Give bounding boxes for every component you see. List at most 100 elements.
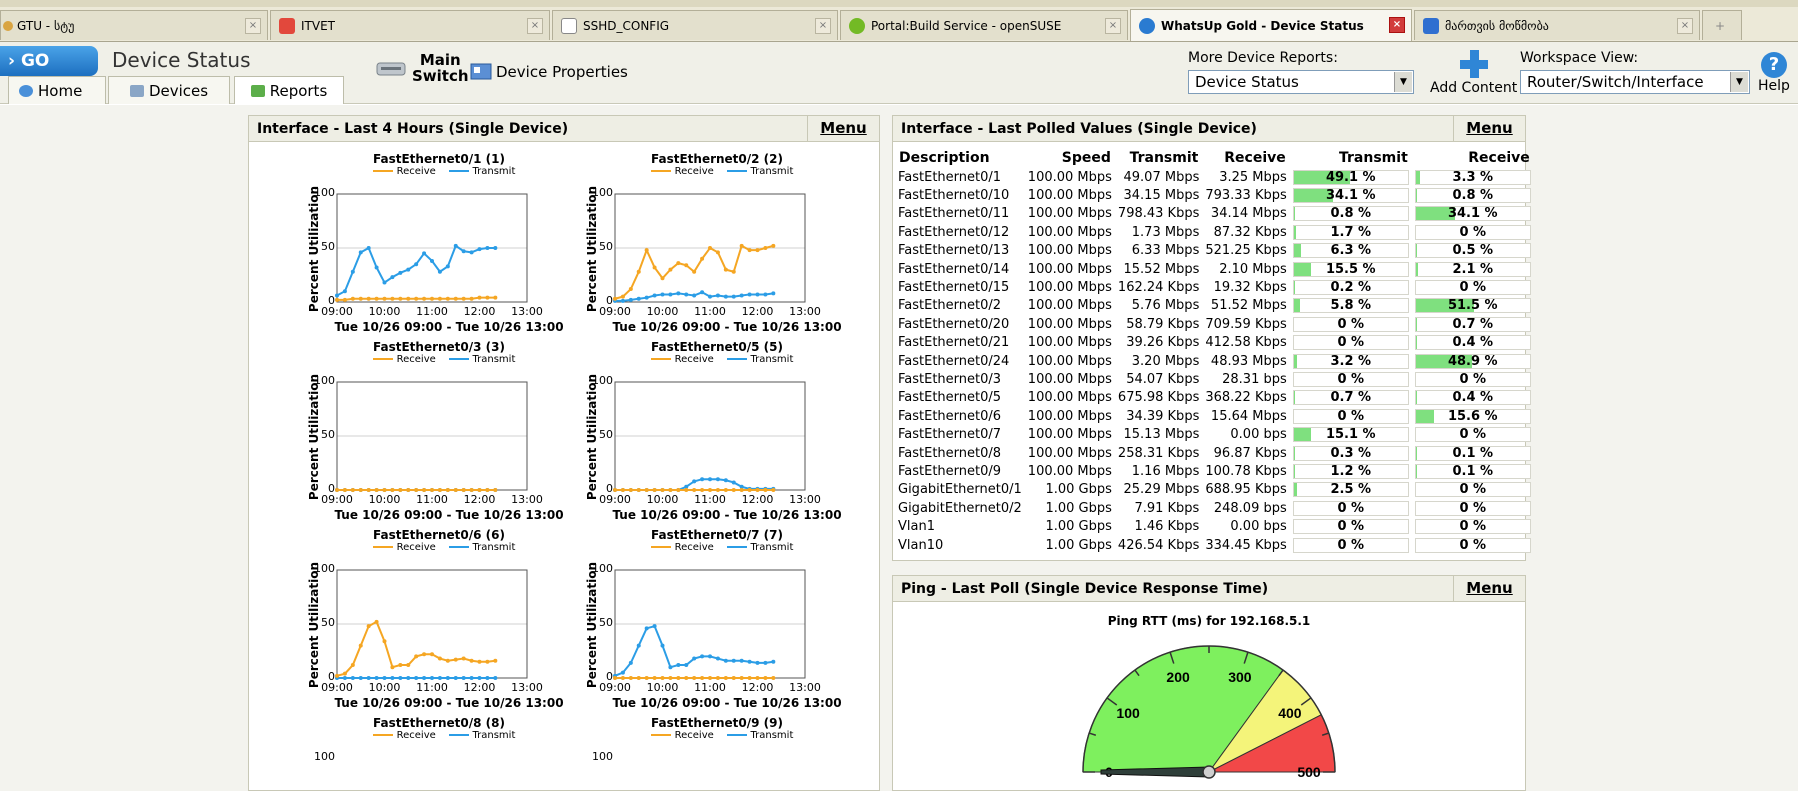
table-row[interactable]: FastEthernet0/9 100.00 Mbps 1.16 Mbps 100.7… bbox=[895, 462, 1534, 480]
x-tick-label: 13:00 bbox=[511, 681, 543, 694]
table-row[interactable]: FastEthernet0/20 100.00 Mbps 58.79 Kbps 709… bbox=[895, 315, 1534, 333]
table-row[interactable]: Vlan1 1.00 Gbps 1.46 Kbps 0.00 bps 0 % 0 % bbox=[895, 517, 1534, 535]
cell-transmit: 798.43 Kbps bbox=[1117, 206, 1200, 222]
cell-speed: 100.00 Mbps bbox=[1027, 408, 1112, 424]
data-point-receive bbox=[390, 665, 395, 670]
more-reports-select[interactable]: Device Status ▼ bbox=[1188, 70, 1414, 94]
transmit-pct-label: 0 % bbox=[1337, 408, 1365, 424]
legend-transmit-label: Transmit bbox=[472, 166, 516, 177]
table-row[interactable]: FastEthernet0/15 100.00 Mbps 162.24 Kbps 19… bbox=[895, 278, 1534, 296]
table-row[interactable]: FastEthernet0/10 100.00 Mbps 34.15 Mbps 793… bbox=[895, 186, 1534, 204]
table-row[interactable]: FastEthernet0/24 100.00 Mbps 3.20 Mbps 48.9… bbox=[895, 352, 1534, 370]
legend-transmit-label: Transmit bbox=[750, 542, 794, 553]
go-button[interactable]: › GO bbox=[0, 46, 98, 76]
close-tab-icon[interactable]: × bbox=[815, 18, 831, 34]
table-row[interactable]: FastEthernet0/5 100.00 Mbps 675.98 Kbps 368… bbox=[895, 389, 1534, 407]
cell-description: FastEthernet0/21 bbox=[898, 335, 1010, 351]
close-tab-icon[interactable]: × bbox=[245, 18, 261, 34]
data-point-transmit bbox=[461, 249, 466, 254]
table-row[interactable]: FastEthernet0/6 100.00 Mbps 34.39 Kbps 15.6… bbox=[895, 407, 1534, 425]
browser-tab-gtu[interactable]: GTU - სტუ × bbox=[0, 10, 268, 40]
help-button[interactable]: ? Help bbox=[1758, 52, 1790, 94]
cell-transmit-pct: 0.3 % bbox=[1290, 444, 1412, 462]
cell-transmit: 1.73 Mbps bbox=[1131, 224, 1200, 240]
new-tab-button[interactable]: + bbox=[1702, 10, 1742, 40]
utilization-chart-partial: FastEthernet0/8 (8) Receive Transmit 100 bbox=[289, 716, 549, 764]
data-point-receive bbox=[620, 488, 625, 492]
x-tick-label: 10:00 bbox=[646, 493, 679, 506]
table-row[interactable]: Vlan10 1.00 Gbps 426.54 Kbps 334.45 Kbps 0 %… bbox=[895, 536, 1534, 554]
tab-home[interactable]: Home bbox=[8, 76, 106, 104]
table-row[interactable]: FastEthernet0/11 100.00 Mbps 798.43 Kbps 34… bbox=[895, 205, 1534, 223]
new-tab-icon: + bbox=[1715, 18, 1726, 33]
browser-tab-itvet[interactable]: ITVET × bbox=[270, 10, 550, 40]
receive-pct-label: 0 % bbox=[1459, 280, 1487, 296]
chart-title: FastEthernet0/5 (5) bbox=[651, 340, 783, 354]
data-point-receive bbox=[422, 652, 427, 657]
data-point-transmit bbox=[700, 290, 705, 295]
x-tick-label: 11:00 bbox=[694, 305, 726, 318]
data-point-receive bbox=[422, 488, 427, 492]
data-point-transmit bbox=[620, 298, 625, 303]
table-row[interactable]: FastEthernet0/8 100.00 Mbps 258.31 Kbps 96.… bbox=[895, 444, 1534, 462]
workspace-view-select[interactable]: Router/Switch/Interface ▼ bbox=[1520, 70, 1750, 94]
close-tab-icon[interactable]: × bbox=[1105, 18, 1121, 34]
table-row[interactable]: FastEthernet0/21 100.00 Mbps 39.26 Kbps 412… bbox=[895, 334, 1534, 352]
data-point-transmit bbox=[708, 294, 712, 299]
cell-description: FastEthernet0/8 bbox=[898, 445, 1002, 461]
close-tab-icon[interactable]: × bbox=[1677, 18, 1693, 34]
data-point-receive bbox=[771, 488, 776, 492]
legend-receive-label: Receive bbox=[674, 166, 714, 177]
table-row[interactable]: GigabitEthernet0/1 1.00 Gbps 25.29 Mbps 688… bbox=[895, 481, 1534, 499]
browser-tab-whatsup-gold[interactable]: WhatsUp Gold - Device Status × bbox=[1130, 9, 1412, 41]
panel-menu-link[interactable]: Menu bbox=[1453, 576, 1525, 601]
cell-speed: 100.00 Mbps bbox=[1027, 298, 1112, 314]
legend-transmit-label: Transmit bbox=[472, 542, 516, 553]
data-point-transmit bbox=[723, 294, 728, 299]
panel-menu-link[interactable]: Menu bbox=[807, 116, 879, 141]
panel-menu-link[interactable]: Menu bbox=[1453, 116, 1525, 141]
legend-transmit-swatch bbox=[726, 734, 747, 736]
tab-devices[interactable]: Devices bbox=[108, 76, 230, 104]
cell-speed: 100.00 Mbps bbox=[1027, 188, 1112, 204]
close-tab-icon[interactable]: × bbox=[1389, 17, 1405, 33]
receive-pct-label: 0.4 % bbox=[1452, 390, 1494, 406]
table-row[interactable]: FastEthernet0/14 100.00 Mbps 15.52 Mbps 2.1… bbox=[895, 260, 1534, 278]
table-row[interactable]: GigabitEthernet0/2 1.00 Gbps 7.91 Kbps 248.… bbox=[895, 499, 1534, 517]
plus-icon bbox=[1459, 50, 1488, 78]
data-point-receive bbox=[668, 676, 673, 680]
cell-receive-pct: 0.8 % bbox=[1412, 186, 1534, 204]
chart-x-axis-label: Tue 10/26 09:00 - Tue 10/26 13:00 bbox=[334, 320, 564, 334]
tab-reports[interactable]: Reports bbox=[234, 76, 344, 104]
device-name[interactable]: Main Switch bbox=[376, 52, 469, 84]
table-row[interactable]: FastEthernet0/3 100.00 Mbps 54.07 Kbps 28.3… bbox=[895, 370, 1534, 388]
data-point-transmit bbox=[485, 676, 490, 680]
data-point-receive bbox=[414, 488, 419, 492]
data-point-transmit bbox=[437, 676, 442, 680]
browser-tab-sshd-config[interactable]: SSHD_CONFIG × bbox=[552, 10, 838, 40]
table-row[interactable]: FastEthernet0/13 100.00 Mbps 6.33 Mbps 521.… bbox=[895, 242, 1534, 260]
data-point-receive bbox=[628, 488, 633, 492]
cell-transmit: 34.15 Mbps bbox=[1123, 188, 1200, 204]
data-point-receive bbox=[731, 488, 736, 492]
table-row[interactable]: FastEthernet0/1 100.00 Mbps 49.07 Mbps 3.25… bbox=[895, 168, 1534, 186]
go-button-label: GO bbox=[20, 51, 50, 71]
close-tab-icon[interactable]: × bbox=[527, 18, 543, 34]
data-point-receive bbox=[477, 295, 482, 300]
data-point-receive bbox=[398, 296, 403, 301]
browser-tab-license[interactable]: მართვის მოწმობა × bbox=[1414, 10, 1700, 40]
transmit-pct-label: 0 % bbox=[1337, 519, 1365, 535]
browser-tab-opensuse[interactable]: Portal:Build Service - openSUSE × bbox=[840, 10, 1128, 40]
table-row[interactable]: FastEthernet0/2 100.00 Mbps 5.76 Mbps 51.52… bbox=[895, 297, 1534, 315]
data-point-receive bbox=[374, 619, 379, 624]
table-row[interactable]: FastEthernet0/7 100.00 Mbps 15.13 Mbps 0.00… bbox=[895, 425, 1534, 443]
chart-legend: Receive Transmit bbox=[349, 354, 539, 365]
table-row[interactable]: FastEthernet0/12 100.00 Mbps 1.73 Mbps 87.3… bbox=[895, 223, 1534, 241]
y-tick-label: 100 bbox=[314, 562, 335, 575]
data-point-receive bbox=[731, 269, 736, 274]
add-content-button[interactable]: Add Content bbox=[1430, 50, 1517, 96]
data-point-receive bbox=[652, 265, 657, 270]
cell-transmit: 426.54 Kbps bbox=[1117, 537, 1200, 553]
device-properties-link[interactable]: Device Properties bbox=[470, 62, 628, 82]
data-point-transmit bbox=[708, 477, 712, 482]
